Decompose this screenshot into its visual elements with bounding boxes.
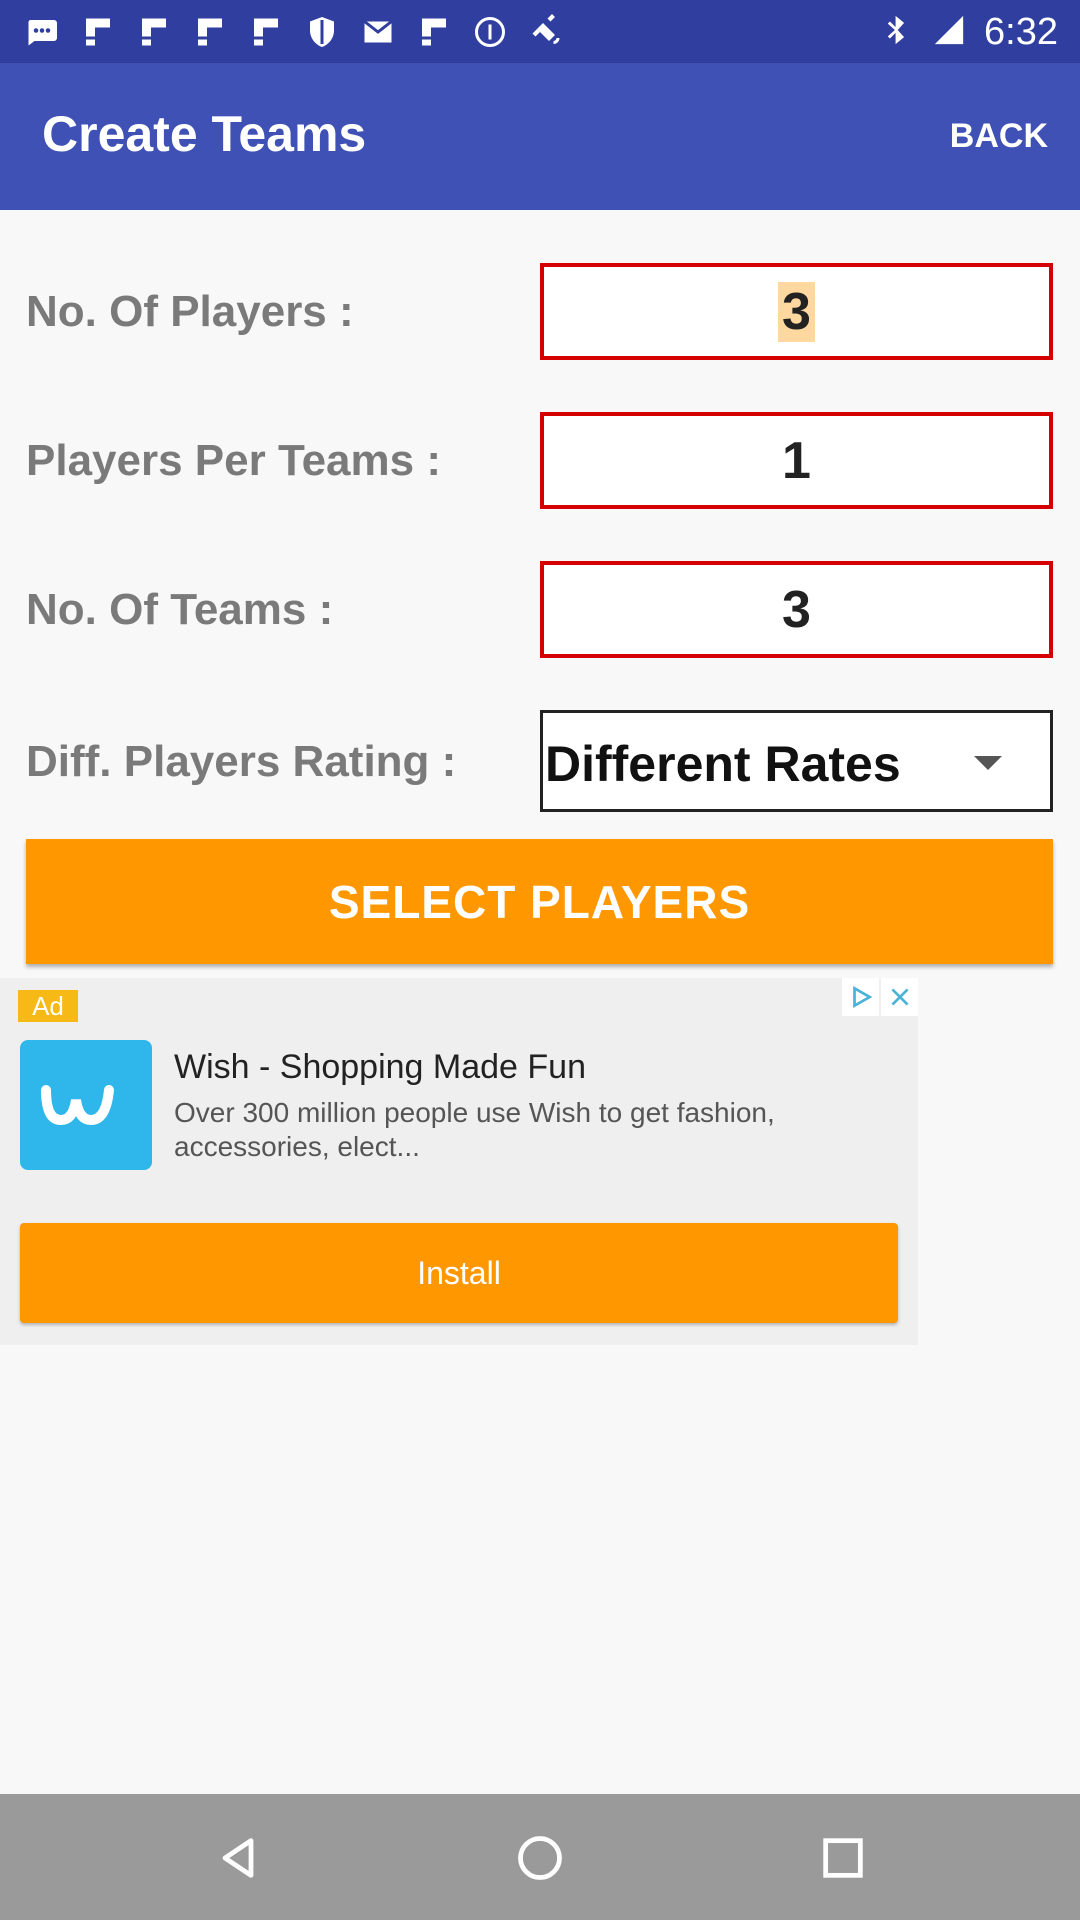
- players-label: No. Of Players :: [26, 287, 354, 336]
- bluetooth-icon: [880, 13, 914, 52]
- players-count-field[interactable]: 3: [540, 263, 1053, 360]
- satellite-icon: [526, 12, 566, 52]
- app-bar: Create Teams BACK: [0, 63, 1080, 210]
- mail-icon: [358, 12, 398, 52]
- info-icon: [470, 12, 510, 52]
- close-icon[interactable]: [881, 978, 918, 1016]
- wish-logo[interactable]: [20, 1040, 152, 1170]
- select-players-button[interactable]: SELECT PLAYERS: [26, 839, 1053, 964]
- clock: 6:32: [984, 10, 1058, 53]
- rating-dropdown[interactable]: Different Rates: [540, 710, 1053, 812]
- navigation-bar: [0, 1794, 1080, 1920]
- recents-nav-icon[interactable]: [817, 1832, 869, 1884]
- ad-banner[interactable]: Ad Wish - Shopping Made Fun Over 300 mil…: [0, 978, 918, 1345]
- home-nav-icon[interactable]: [514, 1832, 566, 1884]
- ad-badge: Ad: [18, 990, 78, 1022]
- rating-label: Diff. Players Rating :: [26, 737, 457, 786]
- page-title: Create Teams: [42, 106, 367, 162]
- signal-icon: [932, 13, 966, 52]
- players-per-team-value: 1: [782, 431, 811, 490]
- shield-icon: [302, 12, 342, 52]
- flipboard-icon: [78, 12, 118, 52]
- ad-title[interactable]: Wish - Shopping Made Fun: [174, 1048, 586, 1087]
- flipboard-icon: [190, 12, 230, 52]
- dropdown-arrow-icon: [974, 756, 1002, 770]
- rating-selected-value: Different Rates: [545, 736, 901, 792]
- messages-icon: [22, 12, 62, 52]
- flipboard-icon: [246, 12, 286, 52]
- ad-description: Over 300 million people use Wish to get …: [174, 1097, 775, 1162]
- install-button[interactable]: Install: [20, 1223, 898, 1323]
- back-nav-icon[interactable]: [212, 1832, 264, 1884]
- flipboard-icon: [134, 12, 174, 52]
- players-per-team-field[interactable]: 1: [540, 412, 1053, 509]
- status-bar: 6:32: [0, 0, 1080, 63]
- flipboard-icon: [414, 12, 454, 52]
- teams-label: No. Of Teams :: [26, 585, 334, 634]
- notification-icons: [22, 12, 566, 52]
- ad-controls: [840, 978, 918, 1016]
- teams-count-field[interactable]: 3: [540, 561, 1053, 658]
- players-per-team-label: Players Per Teams :: [26, 436, 441, 485]
- back-button[interactable]: BACK: [950, 117, 1048, 156]
- adchoices-icon[interactable]: [842, 978, 879, 1016]
- system-icons: 6:32: [880, 10, 1058, 54]
- players-count-value: 3: [778, 281, 815, 342]
- teams-count-value: 3: [782, 580, 811, 639]
